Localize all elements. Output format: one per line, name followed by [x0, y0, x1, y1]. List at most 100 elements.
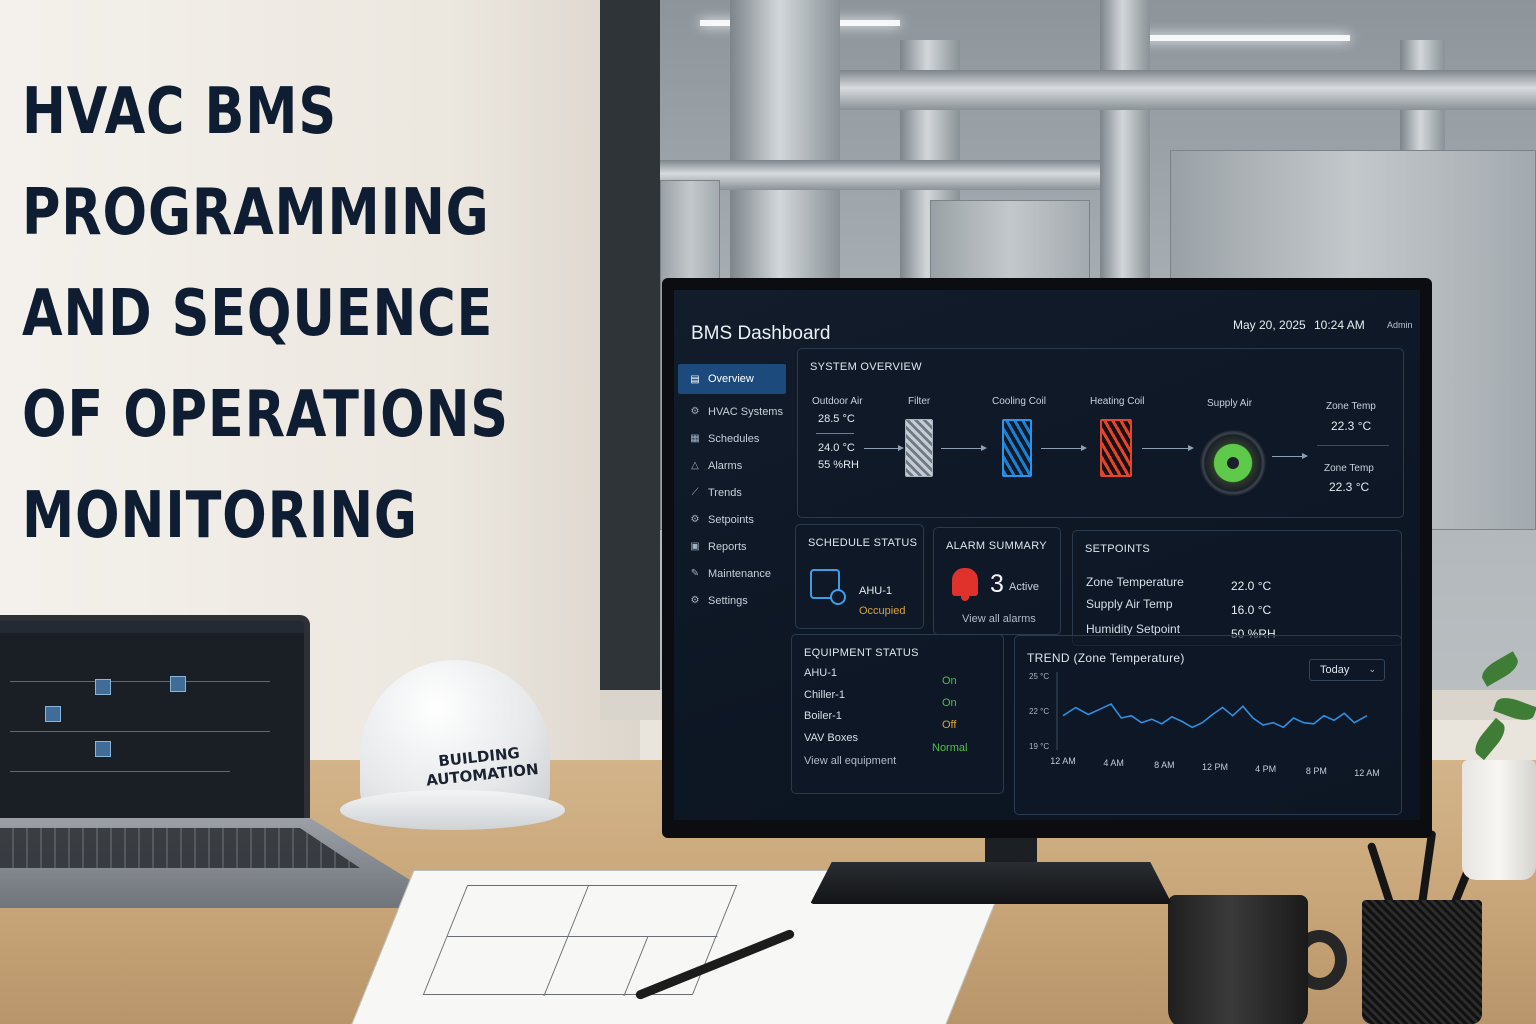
filter-label: Filter	[908, 396, 931, 407]
sidebar-item-trends[interactable]: ⟋ Trends	[678, 479, 786, 506]
schedule-state: Occupied	[859, 605, 906, 617]
diagram-node	[170, 676, 186, 692]
filter-icon	[905, 419, 933, 477]
setpoint-name: Humidity Setpoint	[1086, 622, 1181, 636]
laptop-screen	[0, 615, 310, 825]
calendar-icon: ▦	[690, 433, 700, 444]
diagram-node	[45, 706, 61, 722]
view-all-equipment-link[interactable]: View all equipment	[804, 755, 896, 767]
x-tick-label: 4 AM	[1103, 758, 1124, 768]
diagram-node	[95, 741, 111, 757]
pen-cup	[1362, 900, 1482, 1024]
diagram-node	[95, 679, 111, 695]
bms-dashboard: BMS Dashboard May 20, 2025 10:24 AM Admi…	[674, 290, 1420, 820]
x-tick-label: 12 AM	[1050, 756, 1076, 766]
equipment-state: Normal	[932, 742, 968, 754]
trend-panel: TREND (Zone Temperature) Today ⌄ 25 °C 22…	[1014, 635, 1402, 815]
equipment-name: Chiller-1	[804, 689, 845, 701]
headline-line-3: AND SEQUENCE	[22, 277, 494, 351]
plan-wall	[447, 936, 718, 937]
x-tick-label: 8 AM	[1154, 760, 1175, 770]
setpoint-name: Zone Temperature	[1086, 575, 1184, 589]
trend-icon: ⟋	[691, 487, 699, 498]
zone-temp-label: Zone Temp	[1326, 401, 1376, 412]
sidebar-item-label: Schedules	[708, 432, 760, 445]
sidebar-item-maintenance[interactable]: ✎ Maintenance	[678, 560, 786, 587]
y-tick-label: 25 °C	[1029, 672, 1049, 681]
equipment-status-panel: EQUIPMENT STATUS AHU-1 On Chiller-1 On B…	[791, 634, 1004, 794]
sidebar-item-label: Reports	[708, 540, 747, 553]
fan-hub	[1227, 457, 1239, 469]
laptop-keyboard	[0, 828, 360, 868]
wrench-icon: ✎	[690, 568, 700, 579]
headline-line-5: MONITORING	[22, 479, 418, 553]
setpoint-value[interactable]: 22.0 °C	[1231, 579, 1271, 593]
sidebar-nav: ▤ Overview ⚙ HVAC Systems ▦ Schedules △ …	[678, 364, 786, 614]
header-time: 10:24 AM	[1314, 318, 1365, 332]
setpoint-value[interactable]: 16.0 °C	[1231, 603, 1271, 617]
equipment-name: VAV Boxes	[804, 732, 859, 744]
bell-icon	[952, 568, 978, 596]
panel-title: ALARM SUMMARY	[946, 540, 1047, 552]
horizontal-duct	[660, 160, 1100, 190]
panel-title: EQUIPMENT STATUS	[804, 647, 919, 659]
y-tick-label: 22 °C	[1029, 707, 1049, 716]
setpoint-name: Supply Air Temp	[1086, 597, 1173, 611]
settings-icon: ⚙	[690, 595, 700, 606]
x-tick-label: 12 AM	[1354, 768, 1380, 778]
zone-temperature-series-line	[1062, 702, 1368, 729]
panel-title: SETPOINTS	[1085, 543, 1151, 555]
sidebar-item-overview[interactable]: ▤ Overview	[678, 364, 786, 394]
diagram-line	[10, 771, 230, 772]
sidebar-item-label: Maintenance	[708, 567, 771, 580]
x-tick-label: 12 PM	[1202, 762, 1228, 772]
sidebar-item-hvac-systems[interactable]: ⚙ HVAC Systems	[678, 398, 786, 425]
zone-divider	[1317, 445, 1389, 505]
sidebar-item-setpoints[interactable]: ⚙ Setpoints	[678, 506, 786, 533]
equipment-name: Boiler-1	[804, 710, 842, 722]
sidebar-item-schedules[interactable]: ▦ Schedules	[678, 425, 786, 452]
sidebar-item-label: Settings	[708, 594, 748, 607]
horizontal-duct	[840, 70, 1536, 110]
sidebar-item-alarms[interactable]: △ Alarms	[678, 452, 786, 479]
sidebar-item-label: Setpoints	[708, 513, 754, 526]
zone-temp-value: 22.3 °C	[1331, 419, 1372, 433]
divider	[816, 433, 854, 434]
equipment-state: Off	[942, 719, 957, 731]
sidebar-item-reports[interactable]: ▣ Reports	[678, 533, 786, 560]
flow-arrow	[1041, 445, 1087, 451]
sidebar-item-label: Trends	[708, 486, 742, 499]
plant-leaf	[1470, 717, 1510, 761]
outdoor-air-temp: 28.5 °C	[818, 413, 855, 425]
coffee-mug	[1168, 895, 1308, 1024]
sidebar-item-settings[interactable]: ⚙ Settings	[678, 587, 786, 614]
view-all-alarms-link[interactable]: View all alarms	[962, 613, 1036, 625]
plan-wall	[543, 886, 589, 996]
outdoor-air-humidity: 55 %RH	[818, 459, 859, 471]
diagram-line	[10, 731, 270, 732]
panel-title: SYSTEM OVERVIEW	[810, 361, 922, 373]
gear-icon: ⚙	[690, 514, 700, 525]
cooling-coil-label: Cooling Coil	[992, 396, 1046, 407]
equipment-state: On	[942, 697, 957, 709]
outdoor-air-label: Outdoor Air	[812, 396, 863, 407]
system-overview-panel: SYSTEM OVERVIEW Outdoor Air 28.5 °C 24.0…	[797, 348, 1404, 518]
report-icon: ▣	[690, 541, 700, 552]
laptop-toolbar	[0, 621, 304, 633]
alarm-count: 3	[990, 570, 1004, 598]
sidebar-item-label: Overview	[708, 373, 754, 385]
hard-hat-brim	[340, 790, 565, 830]
equipment-name: AHU-1	[804, 667, 838, 679]
bell-clapper	[961, 596, 969, 601]
schedule-unit: AHU-1	[859, 585, 893, 597]
trend-chart: 25 °C22 °C19 °C12 AM 4 AM 8 AM 12 PM 4 PM 8 P…	[1029, 672, 1380, 778]
flow-arrow	[864, 445, 904, 451]
panel-title: SCHEDULE STATUS	[808, 537, 918, 549]
alarm-summary-panel: ALARM SUMMARY 3 Active View all alarms	[933, 527, 1061, 635]
user-menu[interactable]: Admin	[1387, 320, 1413, 330]
clipboard-icon: ▤	[690, 373, 700, 385]
x-tick-label: 8 PM	[1306, 766, 1327, 776]
zone-temp-value: 22.3 °C	[1329, 480, 1370, 494]
headline-line-2: PROGRAMMING	[22, 176, 490, 250]
gear-network-icon: ⚙	[690, 406, 700, 417]
